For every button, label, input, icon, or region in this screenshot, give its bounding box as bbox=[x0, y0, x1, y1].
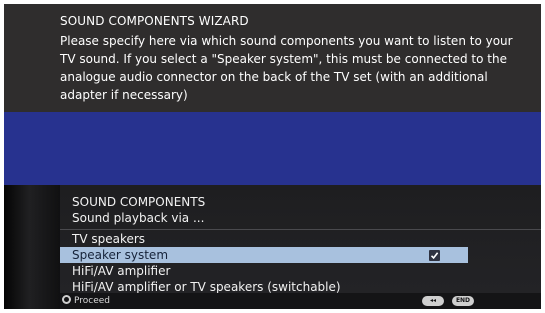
sound-components-panel: SOUND COMPONENTS Sound playback via ... … bbox=[60, 185, 541, 295]
option-list: TV speakers Speaker system HiFi/AV ampli… bbox=[60, 231, 541, 295]
preview-area bbox=[4, 112, 541, 185]
panel-title: SOUND COMPONENTS bbox=[72, 195, 206, 209]
option-speaker-system[interactable]: Speaker system bbox=[60, 247, 468, 263]
wizard-description: Please specify here via which sound comp… bbox=[60, 34, 513, 102]
back-button[interactable]: ◂◂ bbox=[422, 296, 444, 306]
tv-menu-screen: SOUND COMPONENTS WIZARD Please specify h… bbox=[4, 4, 541, 309]
proceed-hint[interactable]: Proceed bbox=[62, 294, 110, 308]
option-label: HiFi/AV amplifier bbox=[72, 264, 171, 278]
checkmark-icon bbox=[429, 250, 440, 261]
footer-bar: Proceed ◂◂ END bbox=[60, 293, 541, 309]
option-tv-speakers[interactable]: TV speakers bbox=[60, 231, 468, 247]
menu-area: SOUND COMPONENTS Sound playback via ... … bbox=[4, 185, 541, 309]
end-button[interactable]: END bbox=[452, 296, 474, 306]
panel-divider bbox=[60, 229, 541, 230]
option-label: TV speakers bbox=[72, 232, 146, 246]
left-decoration bbox=[4, 185, 60, 309]
option-hifi-av-amplifier[interactable]: HiFi/AV amplifier bbox=[60, 263, 468, 279]
proceed-label: Proceed bbox=[74, 296, 111, 306]
wizard-title: SOUND COMPONENTS WIZARD bbox=[60, 14, 249, 28]
panel-subtitle: Sound playback via ... bbox=[72, 211, 205, 225]
ok-button-icon bbox=[62, 295, 71, 304]
option-label: HiFi/AV amplifier or TV speakers (switch… bbox=[72, 280, 341, 294]
wizard-info-panel: SOUND COMPONENTS WIZARD Please specify h… bbox=[4, 4, 541, 112]
option-label: Speaker system bbox=[72, 248, 169, 262]
